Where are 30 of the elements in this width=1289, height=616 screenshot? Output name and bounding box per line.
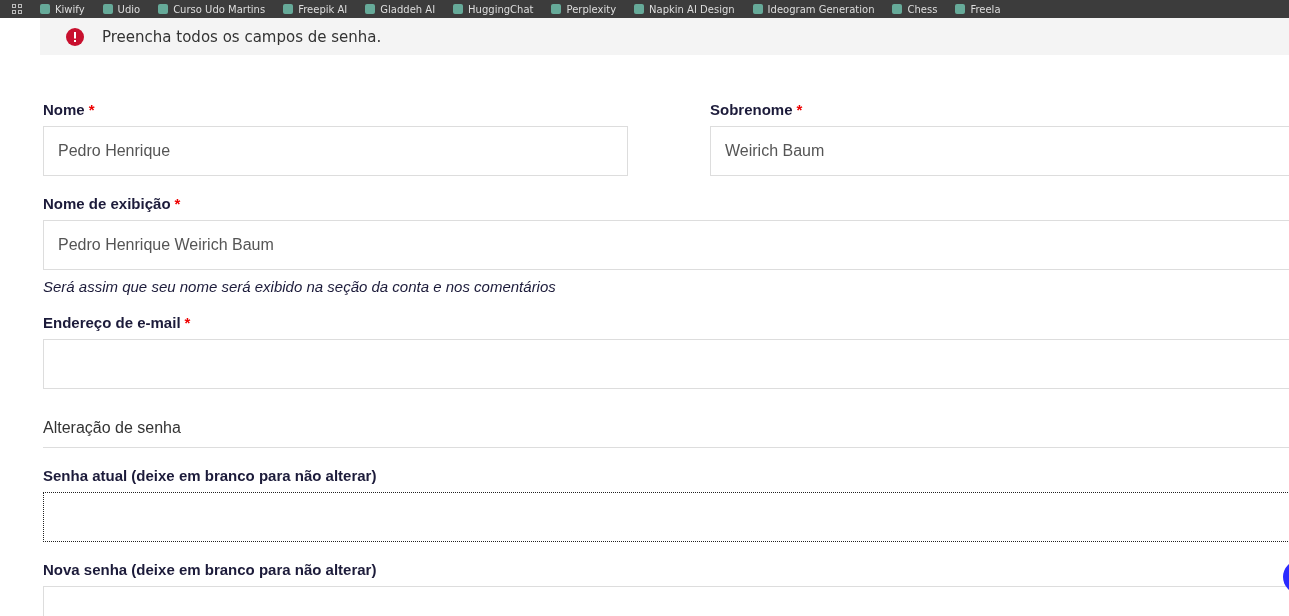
field-label: Nome bbox=[43, 101, 85, 118]
error-message: Preencha todos os campos de senha. bbox=[102, 27, 382, 46]
bookmark-link[interactable]: HuggingChat bbox=[453, 3, 534, 15]
bookmark-link[interactable]: Curso Udo Martins bbox=[158, 3, 266, 15]
bookmark-link[interactable]: Perplexity bbox=[551, 3, 617, 15]
text-field[interactable]: Pedro Henrique bbox=[43, 126, 628, 176]
bookmark-link[interactable]: Chess bbox=[892, 3, 938, 15]
field-label: Senha atual (deixe em branco para não alterar) bbox=[43, 467, 377, 484]
section-heading: Alteração de senha bbox=[43, 419, 1289, 448]
bookmark-link[interactable]: Udio bbox=[102, 3, 141, 15]
bookmark-link[interactable]: Gladdeh AI bbox=[365, 3, 436, 15]
bookmark-link[interactable]: Ideogram Generation bbox=[752, 3, 875, 15]
text-field[interactable]: Pedro Henrique Weirich Baum bbox=[43, 220, 1289, 270]
field-label: Endereço de e-mail bbox=[43, 314, 181, 331]
required-marker: * bbox=[88, 101, 95, 118]
field-label: Sobrenome bbox=[710, 101, 793, 118]
error-icon bbox=[66, 27, 84, 46]
text-field[interactable] bbox=[43, 492, 1289, 542]
text-field[interactable]: Weirich Baum bbox=[710, 126, 1289, 176]
required-marker: * bbox=[174, 195, 181, 212]
field-label: Nova senha (deixe em branco para não alterar) bbox=[43, 561, 377, 578]
bookmark-link[interactable]: Freela bbox=[955, 3, 1001, 15]
help-text: Será assim que seu nome será exibido na seção da conta e nos comentários bbox=[43, 278, 557, 295]
field-label: Nome de exibição bbox=[43, 195, 171, 212]
apps-grid-icon[interactable] bbox=[12, 4, 22, 14]
bookmark-link[interactable]: Freepik AI bbox=[283, 3, 348, 15]
required-marker: * bbox=[184, 314, 191, 331]
bookmark-link[interactable]: Napkin AI Design bbox=[634, 3, 735, 15]
bookmark-link[interactable]: Kiwify bbox=[40, 3, 85, 15]
required-marker: * bbox=[796, 101, 803, 118]
